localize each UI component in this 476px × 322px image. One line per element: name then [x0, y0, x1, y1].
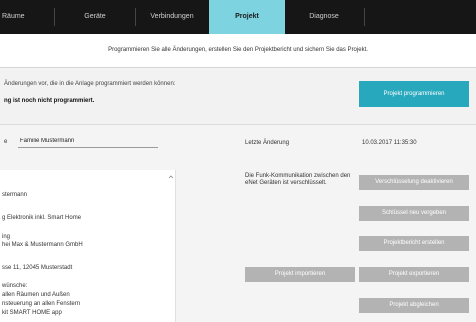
tab-diagnose[interactable]: Diagnose	[285, 0, 363, 34]
detail-line: stermann	[2, 192, 28, 198]
detail-line: nsteuerung an allen Fenstern	[2, 301, 81, 307]
detail-line: wünsche:	[2, 283, 28, 289]
subheader-bar: Programmieren Sie alle Änderungen, erste…	[0, 34, 476, 68]
project-details-textarea[interactable]: stermann g Elektronik inkl. Smart Home i…	[0, 170, 176, 322]
top-navigation: Räume Geräte Verbindungen Projekt Diagno…	[0, 0, 476, 34]
reassign-key-button[interactable]: Schlüssel neu vergeben	[359, 206, 469, 221]
programming-status: ng ist noch nicht programmiert.	[4, 98, 95, 104]
chevron-up-icon[interactable]	[168, 174, 174, 180]
create-report-button[interactable]: Projektbericht erstellen	[359, 236, 469, 251]
tab-verbindungen[interactable]: Verbindungen	[136, 0, 208, 34]
detail-line: ing	[2, 234, 11, 240]
tab-divider	[364, 8, 365, 26]
import-project-button[interactable]: Projekt importieren	[245, 267, 355, 282]
disable-encryption-button[interactable]: Verschlüsselung deaktivieren	[359, 175, 469, 190]
project-name-input[interactable]	[18, 135, 158, 148]
programming-hint: Änderungen vor, die in die Anlage progra…	[4, 81, 176, 87]
compare-project-button[interactable]: Projekt abgleichen	[359, 298, 469, 313]
tab-raeume[interactable]: Räume	[0, 0, 50, 34]
last-change-value: 10.03.2017 11:35:30	[362, 140, 417, 146]
details-scrollbar[interactable]	[168, 174, 174, 318]
project-name-label: e	[4, 139, 8, 145]
program-project-button[interactable]: Projekt programmieren	[359, 81, 469, 107]
detail-line: g Elektronik inkl. Smart Home	[2, 215, 82, 221]
detail-line: kit SMART HOME app	[2, 310, 62, 316]
project-main-area: e Letzte Änderung 10.03.2017 11:35:30 st…	[0, 126, 476, 322]
detail-line: hei Max & Mustermann GmbH	[2, 242, 83, 248]
subheader-text: Programmieren Sie alle Änderungen, erste…	[108, 47, 368, 53]
encryption-info: Die Funk-Kommunikation zwischen den eNet…	[245, 173, 351, 186]
tab-projekt[interactable]: Projekt	[209, 0, 285, 34]
last-change-label: Letzte Änderung	[245, 140, 290, 146]
detail-line: allen Räumen und Außen	[2, 292, 70, 298]
programming-section: Änderungen vor, die in die Anlage progra…	[0, 69, 476, 125]
detail-line: sse 11, 12045 Musterstadt	[2, 265, 73, 271]
tab-geraete[interactable]: Geräte	[55, 0, 135, 34]
export-project-button[interactable]: Projekt exportieren	[359, 267, 469, 282]
